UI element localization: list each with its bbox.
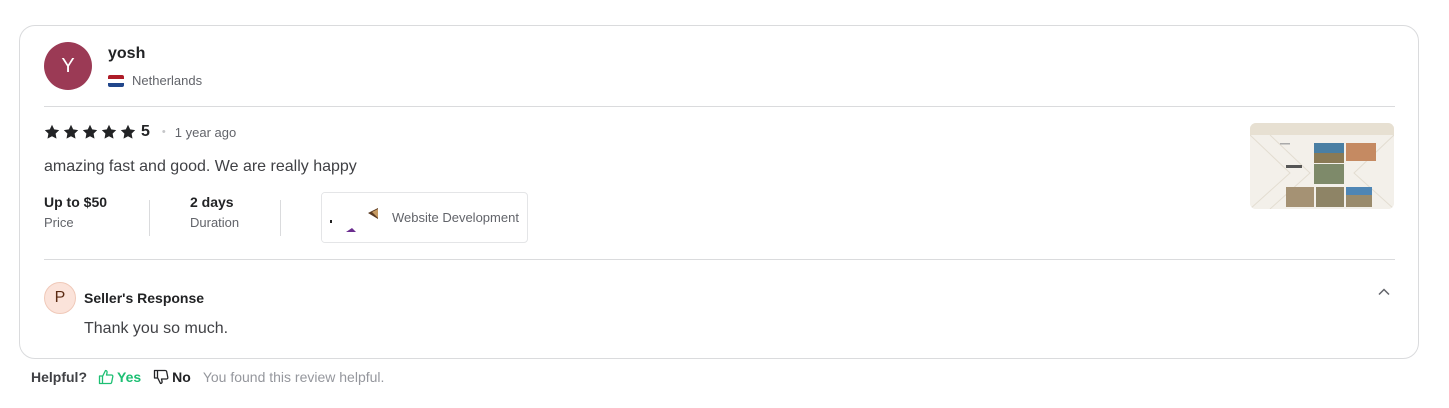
- review-text: amazing fast and good. We are really hap…: [44, 158, 357, 175]
- seller-avatar: P: [44, 282, 76, 314]
- duration-value: 2 days: [190, 194, 234, 210]
- portfolio-image[interactable]: [1250, 123, 1394, 209]
- helpful-no-label: No: [172, 369, 191, 385]
- chevron-up-icon[interactable]: [1376, 284, 1392, 300]
- gig-link[interactable]: Website Development: [321, 192, 528, 243]
- helpful-no-button[interactable]: No: [153, 369, 191, 385]
- helpful-bar: Helpful? Yes No You found this review he…: [31, 369, 384, 385]
- reviewer-name[interactable]: yosh: [108, 45, 145, 63]
- seller-response-header: P Seller's Response: [44, 282, 204, 314]
- star-icon: [82, 124, 98, 139]
- thumbs-up-icon: [98, 369, 114, 385]
- helpful-yes-button[interactable]: Yes: [98, 369, 141, 385]
- meta-divider: [149, 200, 150, 236]
- duration-label: Duration: [190, 215, 240, 230]
- review-time: 1 year ago: [174, 124, 237, 140]
- gig-category: Website Development: [392, 210, 519, 225]
- seller-avatar-letter: P: [54, 289, 66, 306]
- review-meta: Up to $50 Price 2 days Duration: [44, 192, 281, 244]
- header-divider: [44, 106, 1395, 107]
- star-icon: [101, 124, 117, 139]
- separator-dot: •: [161, 126, 166, 138]
- price-value: Up to $50: [44, 194, 108, 210]
- star-icon: [120, 124, 136, 139]
- thumbs-down-icon: [153, 369, 169, 385]
- reviewer-country: Netherlands: [108, 73, 202, 88]
- helpful-question: Helpful?: [31, 369, 87, 385]
- seller-response-title: Seller's Response: [84, 290, 205, 306]
- reviewer-avatar-letter: Y: [61, 54, 75, 77]
- price-info: Up to $50 Price: [44, 192, 149, 230]
- reviewer-country-name: Netherlands: [132, 73, 203, 88]
- star-icon: [63, 124, 79, 139]
- reviewer-avatar[interactable]: Y: [44, 42, 92, 90]
- helpful-status: You found this review helpful.: [202, 369, 385, 385]
- rating-value: 5: [141, 123, 150, 140]
- meta-divider: [280, 200, 281, 236]
- review-card: Y yosh Netherlands 5 • 1 year ago amazin…: [19, 25, 1419, 359]
- seller-response-text: Thank you so much.: [84, 320, 229, 337]
- duration-info: 2 days Duration: [190, 192, 280, 230]
- gig-thumbnail: [322, 193, 380, 242]
- price-label: Price: [44, 215, 74, 230]
- rating-row: 5 • 1 year ago: [44, 123, 236, 141]
- helpful-yes-label: Yes: [117, 369, 142, 385]
- star-icon: [44, 124, 60, 139]
- response-divider: [44, 259, 1395, 260]
- netherlands-flag-icon: [108, 74, 124, 87]
- star-rating: [44, 124, 136, 140]
